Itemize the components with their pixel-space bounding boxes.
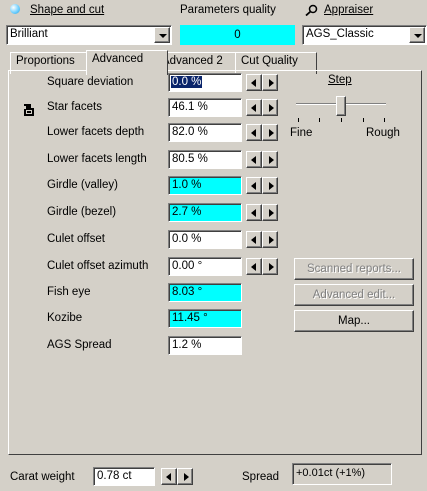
- star-facets-decrease-button[interactable]: [246, 99, 262, 116]
- lock-icon[interactable]: [22, 103, 36, 117]
- culet-offset-azimuth-value: 0.00 °: [172, 260, 203, 272]
- star-facets-value: 46.1 %: [172, 101, 208, 113]
- girdle-valley-label: Girdle (valley): [47, 179, 118, 191]
- lower-facets-depth-input[interactable]: 82.0 %: [168, 123, 242, 142]
- girdle-valley-value: 1.0 %: [172, 179, 202, 191]
- culet-offset-azimuth-label: Culet offset azimuth: [47, 260, 149, 272]
- culet-offset-azimuth-increase-button[interactable]: [262, 258, 278, 275]
- square-deviation-increase-button[interactable]: [262, 74, 278, 91]
- scanned-reports-button[interactable]: Scanned reports...: [294, 258, 414, 280]
- carat-weight-input[interactable]: 0.78 ct: [93, 467, 155, 486]
- girdle-bezel-increase-button[interactable]: [262, 204, 278, 221]
- culet-offset-value: 0.0 %: [172, 233, 202, 245]
- lower-facets-length-label: Lower facets length: [47, 153, 147, 165]
- square-deviation-label: Square deviation: [47, 76, 134, 88]
- shape-cut-value: Brilliant: [10, 28, 48, 40]
- ags-spread-value: 1.2 %: [172, 339, 202, 351]
- lower-facets-length-increase-button[interactable]: [262, 151, 278, 168]
- fish-eye-label: Fish eye: [47, 286, 91, 298]
- star-facets-label: Star facets: [47, 101, 102, 113]
- shape-cut-select[interactable]: Brilliant: [6, 25, 172, 45]
- fish-eye-value: 8.03 °: [172, 286, 203, 298]
- params-quality-value: 0: [180, 25, 295, 45]
- culet-offset-decrease-button[interactable]: [246, 231, 262, 248]
- slider-thumb[interactable]: [336, 96, 346, 116]
- culet-offset-azimuth-decrease-button[interactable]: [246, 258, 262, 275]
- carat-increase-button[interactable]: [177, 468, 193, 485]
- step-slider[interactable]: [296, 96, 388, 126]
- girdle-valley-decrease-button[interactable]: [246, 177, 262, 194]
- spread-value-box: +0.01ct (+1%): [292, 463, 392, 485]
- ags-spread-input[interactable]: 1.2 %: [168, 336, 242, 355]
- girdle-valley-increase-button[interactable]: [262, 177, 278, 194]
- params-quality-label: Parameters quality: [180, 4, 276, 16]
- ags-spread-label: AGS Spread: [47, 339, 112, 351]
- culet-offset-azimuth-input[interactable]: 0.00 °: [168, 257, 242, 276]
- step-rough-label: Rough: [366, 127, 400, 139]
- lower-facets-depth-value: 82.0 %: [172, 126, 208, 138]
- lower-facets-length-value: 80.5 %: [172, 153, 208, 165]
- step-label: Step: [328, 74, 352, 86]
- kozibe-value: 11.45 °: [172, 312, 208, 324]
- fish-eye-input[interactable]: 8.03 °: [168, 283, 242, 302]
- chevron-down-icon[interactable]: [409, 27, 425, 43]
- advanced-edit-button[interactable]: Advanced edit...: [294, 284, 414, 306]
- appraiser-icon: [304, 4, 318, 17]
- carat-weight-label: Carat weight: [10, 471, 75, 483]
- lower-facets-depth-decrease-button[interactable]: [246, 124, 262, 141]
- girdle-bezel-decrease-button[interactable]: [246, 204, 262, 221]
- carat-decrease-button[interactable]: [161, 468, 177, 485]
- girdle-bezel-value: 2.7 %: [172, 206, 202, 218]
- carat-weight-value: 0.78 ct: [97, 470, 132, 482]
- kozibe-label: Kozibe: [47, 312, 83, 324]
- girdle-bezel-label: Girdle (bezel): [47, 206, 117, 218]
- square-deviation-input[interactable]: 0.0 %: [168, 73, 242, 92]
- girdle-valley-input[interactable]: 1.0 %: [168, 176, 242, 195]
- appraiser-select[interactable]: AGS_Classic: [302, 25, 427, 45]
- lower-facets-length-decrease-button[interactable]: [246, 151, 262, 168]
- star-facets-increase-button[interactable]: [262, 99, 278, 116]
- shape-cut-icon: [10, 4, 20, 14]
- appraiser-label: Appraiser: [324, 4, 374, 16]
- star-facets-input[interactable]: 46.1 %: [168, 98, 242, 117]
- square-deviation-decrease-button[interactable]: [246, 74, 262, 91]
- spread-value: +0.01ct (+1%): [296, 467, 366, 479]
- step-fine-label: Fine: [290, 127, 313, 139]
- lower-facets-depth-label: Lower facets depth: [47, 126, 145, 138]
- culet-offset-input[interactable]: 0.0 %: [168, 230, 242, 249]
- spread-label: Spread: [242, 471, 280, 483]
- chevron-down-icon[interactable]: [154, 27, 170, 43]
- map-button[interactable]: Map...: [294, 310, 414, 332]
- girdle-bezel-input[interactable]: 2.7 %: [168, 203, 242, 222]
- lower-facets-length-input[interactable]: 80.5 %: [168, 150, 242, 169]
- appraiser-value: AGS_Classic: [306, 28, 374, 40]
- kozibe-input[interactable]: 11.45 °: [168, 309, 242, 328]
- shape-cut-label: Shape and cut: [30, 4, 105, 16]
- lower-facets-depth-increase-button[interactable]: [262, 124, 278, 141]
- culet-offset-increase-button[interactable]: [262, 231, 278, 248]
- square-deviation-value: 0.0 %: [171, 76, 203, 88]
- culet-offset-label: Culet offset: [47, 233, 105, 245]
- tab-advanced[interactable]: Advanced: [86, 50, 168, 75]
